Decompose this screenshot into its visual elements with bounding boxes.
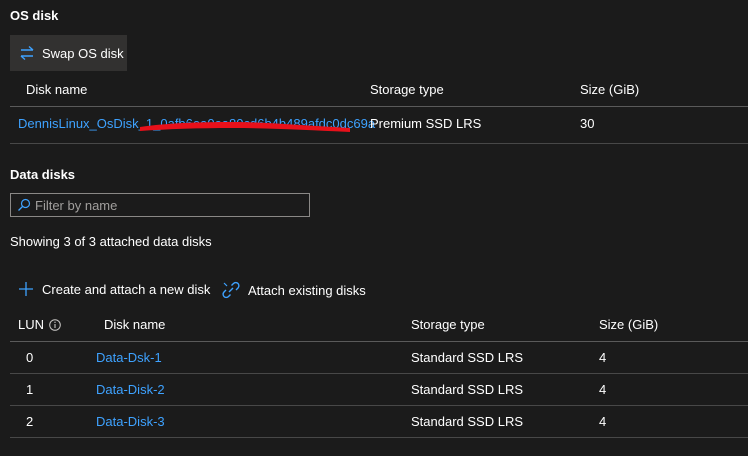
swap-arrows-icon: [18, 44, 36, 62]
row-2-lun: 2: [26, 414, 34, 429]
os-col-size: Size (GiB): [580, 82, 640, 97]
row-0-disk-name-link[interactable]: Data-Dsk-1: [96, 350, 162, 365]
os-row-divider: [10, 143, 748, 144]
swap-os-disk-label: Swap OS disk: [42, 45, 124, 61]
data-col-disk-name: Disk name: [104, 317, 166, 332]
os-col-storage-type: Storage type: [370, 82, 444, 97]
lun-column-header: LUN: [18, 317, 61, 332]
row-2-disk-name-link[interactable]: Data-Disk-3: [96, 414, 165, 429]
os-disk-title: OS disk: [10, 8, 59, 23]
attach-existing-disks-label: Attach existing disks: [248, 282, 366, 298]
row-1-divider: [10, 405, 748, 406]
os-disk-size: 30: [580, 116, 595, 131]
search-icon: [17, 198, 31, 212]
filter-box[interactable]: [10, 193, 310, 217]
attach-existing-disks-button[interactable]: Attach existing disks: [222, 281, 366, 299]
row-0-divider: [10, 373, 748, 374]
filter-by-name-input[interactable]: [35, 197, 295, 213]
os-header-divider: [10, 106, 748, 107]
row-1-disk-name-link[interactable]: Data-Disk-2: [96, 382, 165, 397]
row-2-size: 4: [599, 414, 607, 429]
row-0-storage-type: Standard SSD LRS: [411, 350, 524, 365]
row-2-divider: [10, 437, 748, 438]
row-0-size: 4: [599, 350, 607, 365]
create-attach-disk-label: Create and attach a new disk: [42, 281, 211, 297]
create-attach-disk-button[interactable]: Create and attach a new disk: [18, 281, 210, 297]
redaction-mark: [140, 122, 350, 132]
info-icon[interactable]: [49, 318, 61, 331]
data-col-size: Size (GiB): [599, 317, 659, 332]
data-disks-title: Data disks: [10, 167, 76, 182]
showing-count-text: Showing 3 of 3 attached data disks: [10, 234, 212, 249]
os-col-disk-name: Disk name: [26, 82, 88, 97]
lun-header-label: LUN: [18, 317, 45, 332]
os-disk-storage-type: Premium SSD LRS: [370, 116, 482, 131]
link-icon: [222, 281, 240, 299]
row-0-lun: 0: [26, 350, 34, 365]
data-col-storage-type: Storage type: [411, 317, 485, 332]
plus-icon: [18, 281, 34, 297]
data-header-divider: [10, 341, 748, 342]
row-1-lun: 1: [26, 382, 34, 397]
row-1-size: 4: [599, 382, 607, 397]
swap-os-disk-button[interactable]: Swap OS disk: [10, 35, 127, 71]
row-2-storage-type: Standard SSD LRS: [411, 414, 524, 429]
os-disk-row: DennisLinux_OsDisk_1_0afb6ea0ea80cd6b4b4…: [18, 116, 375, 136]
row-1-storage-type: Standard SSD LRS: [411, 382, 524, 397]
